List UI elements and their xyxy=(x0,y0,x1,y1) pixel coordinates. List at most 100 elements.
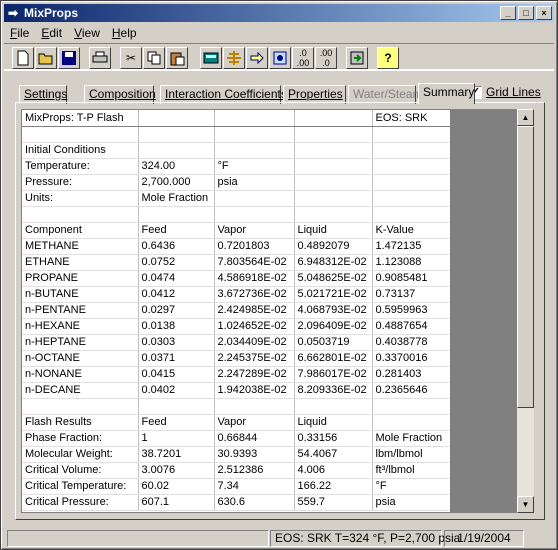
table-cell[interactable]: n-DECANE xyxy=(22,382,139,399)
table-cell[interactable]: Flash Results xyxy=(22,414,139,431)
table-cell[interactable]: K-Value xyxy=(372,222,450,239)
table-cell[interactable]: ft³/lbmol xyxy=(372,462,450,479)
table-cell[interactable]: 0.7201803 xyxy=(214,238,295,255)
table-cell[interactable]: 0.4038778 xyxy=(372,334,450,351)
table-cell[interactable]: psia xyxy=(214,174,295,191)
table-cell[interactable]: Liquid xyxy=(294,222,373,239)
table-cell[interactable]: 0.0303 xyxy=(138,334,215,351)
copy-icon[interactable] xyxy=(143,47,165,69)
scroll-down-icon[interactable]: ▼ xyxy=(517,496,534,513)
table-cell[interactable]: 2.512386 xyxy=(214,462,295,479)
table-cell[interactable] xyxy=(372,190,450,207)
table-cell[interactable]: 0.0503719 xyxy=(294,334,373,351)
table-cell[interactable] xyxy=(294,398,373,415)
table-cell[interactable]: 1 xyxy=(138,430,215,447)
table-cell[interactable]: 7.34 xyxy=(214,478,295,495)
table-cell[interactable]: 3.672736E-02 xyxy=(214,286,295,303)
table-cell[interactable] xyxy=(294,126,373,143)
table-cell[interactable] xyxy=(372,414,450,431)
table-cell[interactable]: EOS: SRK xyxy=(372,110,450,127)
table-cell[interactable]: 0.2365646 xyxy=(372,382,450,399)
table-cell[interactable]: 1.472135 xyxy=(372,238,450,255)
table-cell[interactable]: 4.068793E-02 xyxy=(294,302,373,319)
table-cell[interactable]: Component xyxy=(22,222,139,239)
table-cell[interactable]: MixProps: T-P Flash xyxy=(22,110,139,127)
close-button[interactable]: × xyxy=(536,6,552,20)
print-icon[interactable] xyxy=(89,47,111,69)
table-cell[interactable]: 0.0371 xyxy=(138,350,215,367)
table-cell[interactable] xyxy=(294,142,373,159)
open-folder-icon[interactable] xyxy=(35,47,57,69)
table-cell[interactable]: 0.0474 xyxy=(138,270,215,287)
table-cell[interactable] xyxy=(22,398,139,415)
table-cell[interactable] xyxy=(294,206,373,223)
table-cell[interactable]: Vapor xyxy=(214,414,295,431)
table-cell[interactable] xyxy=(372,398,450,415)
table-cell[interactable]: 0.281403 xyxy=(372,366,450,383)
table-cell[interactable]: n-BUTANE xyxy=(22,286,139,303)
table-cell[interactable]: 0.0412 xyxy=(138,286,215,303)
table-cell[interactable] xyxy=(372,126,450,143)
table-cell[interactable] xyxy=(138,126,215,143)
table-cell[interactable] xyxy=(138,398,215,415)
arrow-right-icon[interactable] xyxy=(246,47,268,69)
table-cell[interactable]: 5.021721E-02 xyxy=(294,286,373,303)
scroll-up-icon[interactable]: ▲ xyxy=(517,109,534,126)
table-cell[interactable]: 0.0138 xyxy=(138,318,215,335)
table-cell[interactable]: Vapor xyxy=(214,222,295,239)
paste-icon[interactable] xyxy=(166,47,188,69)
table-cell[interactable] xyxy=(22,126,139,143)
table-cell[interactable]: 6.662801E-02 xyxy=(294,350,373,367)
table-cell[interactable] xyxy=(214,142,295,159)
table-cell[interactable]: Liquid xyxy=(294,414,373,431)
table-cell[interactable]: n-HEPTANE xyxy=(22,334,139,351)
menu-edit[interactable]: Edit xyxy=(35,26,68,40)
table-cell[interactable]: 7.803564E-02 xyxy=(214,254,295,271)
table-cell[interactable]: 4.586918E-02 xyxy=(214,270,295,287)
table-cell[interactable]: Units: xyxy=(22,190,139,207)
table-cell[interactable]: 0.0752 xyxy=(138,254,215,271)
table-cell[interactable]: Temperature: xyxy=(22,158,139,175)
table-cell[interactable] xyxy=(138,110,215,127)
table-cell[interactable]: Critical Pressure: xyxy=(22,494,139,511)
table-cell[interactable]: 3.0076 xyxy=(138,462,215,479)
table-cell[interactable]: Molecular Weight: xyxy=(22,446,139,463)
table-cell[interactable]: Pressure: xyxy=(22,174,139,191)
maximize-button[interactable]: □ xyxy=(518,6,534,20)
new-file-icon[interactable] xyxy=(12,47,34,69)
menu-file[interactable]: File xyxy=(4,26,35,40)
table-cell[interactable] xyxy=(214,126,295,143)
table-cell[interactable]: Critical Temperature: xyxy=(22,478,139,495)
table-cell[interactable]: PROPANE xyxy=(22,270,139,287)
decimal-decrease-icon[interactable]: .00.0 xyxy=(315,47,337,69)
export-icon[interactable] xyxy=(346,47,368,69)
table-cell[interactable]: 4.006 xyxy=(294,462,373,479)
table-cell[interactable]: Initial Conditions xyxy=(22,142,139,159)
save-icon[interactable] xyxy=(58,47,80,69)
table-cell[interactable]: 6.948312E-02 xyxy=(294,254,373,271)
help-icon[interactable]: ? xyxy=(377,47,399,69)
table-cell[interactable]: 5.048625E-02 xyxy=(294,270,373,287)
summary-spreadsheet[interactable]: MixProps: T-P Flash EOS: SRK Initial Condi… xyxy=(21,109,451,513)
table-cell[interactable]: n-NONANE xyxy=(22,366,139,383)
cut-icon[interactable]: ✂ xyxy=(120,47,142,69)
table-cell[interactable]: 0.0297 xyxy=(138,302,215,319)
table-cell[interactable]: Mole Fraction xyxy=(138,190,215,207)
table-cell[interactable]: 2.034409E-02 xyxy=(214,334,295,351)
table-cell[interactable]: °F xyxy=(214,158,295,175)
tab-summary[interactable]: Summary xyxy=(418,83,475,104)
table-cell[interactable]: 7.986017E-02 xyxy=(294,366,373,383)
table-cell[interactable]: 2.424985E-02 xyxy=(214,302,295,319)
minimize-button[interactable]: _ xyxy=(500,6,516,20)
table-cell[interactable]: 2.096409E-02 xyxy=(294,318,373,335)
table-cell[interactable]: 1.024652E-02 xyxy=(214,318,295,335)
table-cell[interactable] xyxy=(214,206,295,223)
table-cell[interactable]: 2,700.000 xyxy=(138,174,215,191)
table-cell[interactable]: 0.3370016 xyxy=(372,350,450,367)
table-cell[interactable]: ETHANE xyxy=(22,254,139,271)
table-cell[interactable] xyxy=(294,174,373,191)
table-cell[interactable] xyxy=(372,206,450,223)
table-cell[interactable]: 0.0402 xyxy=(138,382,215,399)
decimal-increase-icon[interactable]: .0.00 xyxy=(292,47,314,69)
table-cell[interactable]: 607.1 xyxy=(138,494,215,511)
